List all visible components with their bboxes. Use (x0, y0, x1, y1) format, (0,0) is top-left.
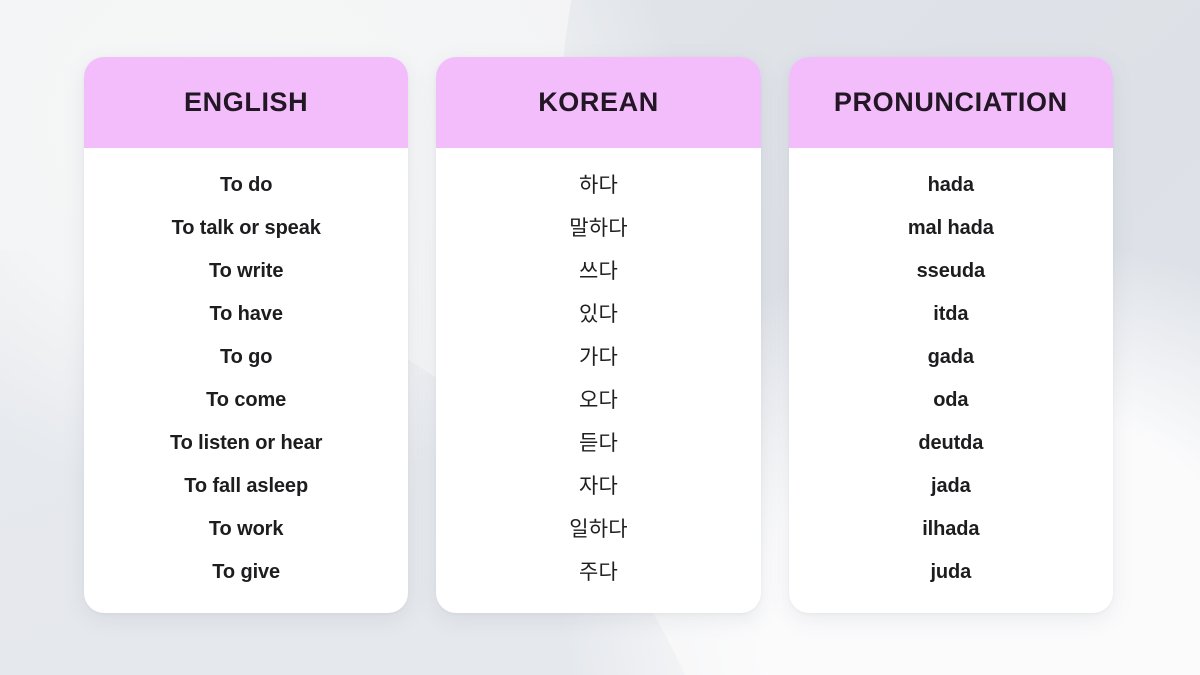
table-cell: To listen or hear (169, 432, 323, 454)
table-cell: To give (212, 561, 281, 583)
column-body-pronunciation: hada mal hada sseuda itda gada oda deutda jada i… (789, 148, 1113, 613)
table-cell: To have (209, 303, 283, 325)
table-cell: sseuda (916, 260, 985, 282)
table-cell: 말하다 (569, 217, 628, 240)
table-cell: 가다 (578, 346, 619, 369)
column-header-pronunciation: PRONUNCIATION (788, 57, 1113, 148)
column-header-label: PRONUNCIATION (833, 87, 1068, 117)
column-header-label: KOREAN (538, 87, 659, 117)
table-cell: To talk or speak (171, 217, 321, 239)
table-cell: 듣다 (578, 432, 619, 455)
table-cell: To work (208, 518, 284, 540)
column-header-label: ENGLISH (184, 87, 309, 117)
table-cell: 하다 (578, 174, 619, 197)
table-cell: gada (927, 346, 974, 368)
table-cell: oda (933, 389, 969, 411)
table-cell: jada (931, 475, 971, 497)
vocabulary-table: ENGLISH To do To talk or speak To write To h… (84, 57, 1113, 613)
table-cell: hada (927, 174, 974, 196)
table-cell: deutda (918, 432, 984, 454)
column-header-english: ENGLISH (84, 57, 409, 148)
table-cell: mal hada (907, 217, 994, 239)
column-header-korean: KOREAN (436, 57, 761, 148)
column-body-english: To do To talk or speak To write To have To g… (84, 148, 408, 613)
table-cell: To fall asleep (184, 475, 309, 497)
table-cell: 오다 (578, 389, 619, 412)
column-body-korean: 하다말하다쓰다있다가다오다듣다자다일하다주다 (436, 148, 760, 613)
table-cell: juda (930, 561, 972, 583)
table-cell: To go (219, 346, 273, 368)
column-card-pronunciation: PRONUNCIATION hada mal hada sseuda itda gada o… (788, 57, 1113, 613)
table-cell: 자다 (578, 475, 619, 498)
column-card-korean: KOREAN 하다말하다쓰다있다가다오다듣다자다일하다주다 (436, 57, 761, 613)
table-cell: ilhada (922, 518, 980, 540)
table-cell: itda (933, 303, 969, 325)
table-cell: To come (206, 389, 287, 411)
table-cell: 있다 (578, 303, 619, 326)
table-cell: To write (208, 260, 284, 282)
column-card-english: ENGLISH To do To talk or speak To write To h… (84, 57, 409, 613)
table-cell: To do (219, 174, 273, 196)
table-cell: 쓰다 (578, 260, 619, 283)
table-cell: 주다 (578, 561, 619, 584)
table-cell: 일하다 (569, 518, 628, 541)
page-stage: ENGLISH To do To talk or speak To write To h… (0, 0, 1200, 675)
